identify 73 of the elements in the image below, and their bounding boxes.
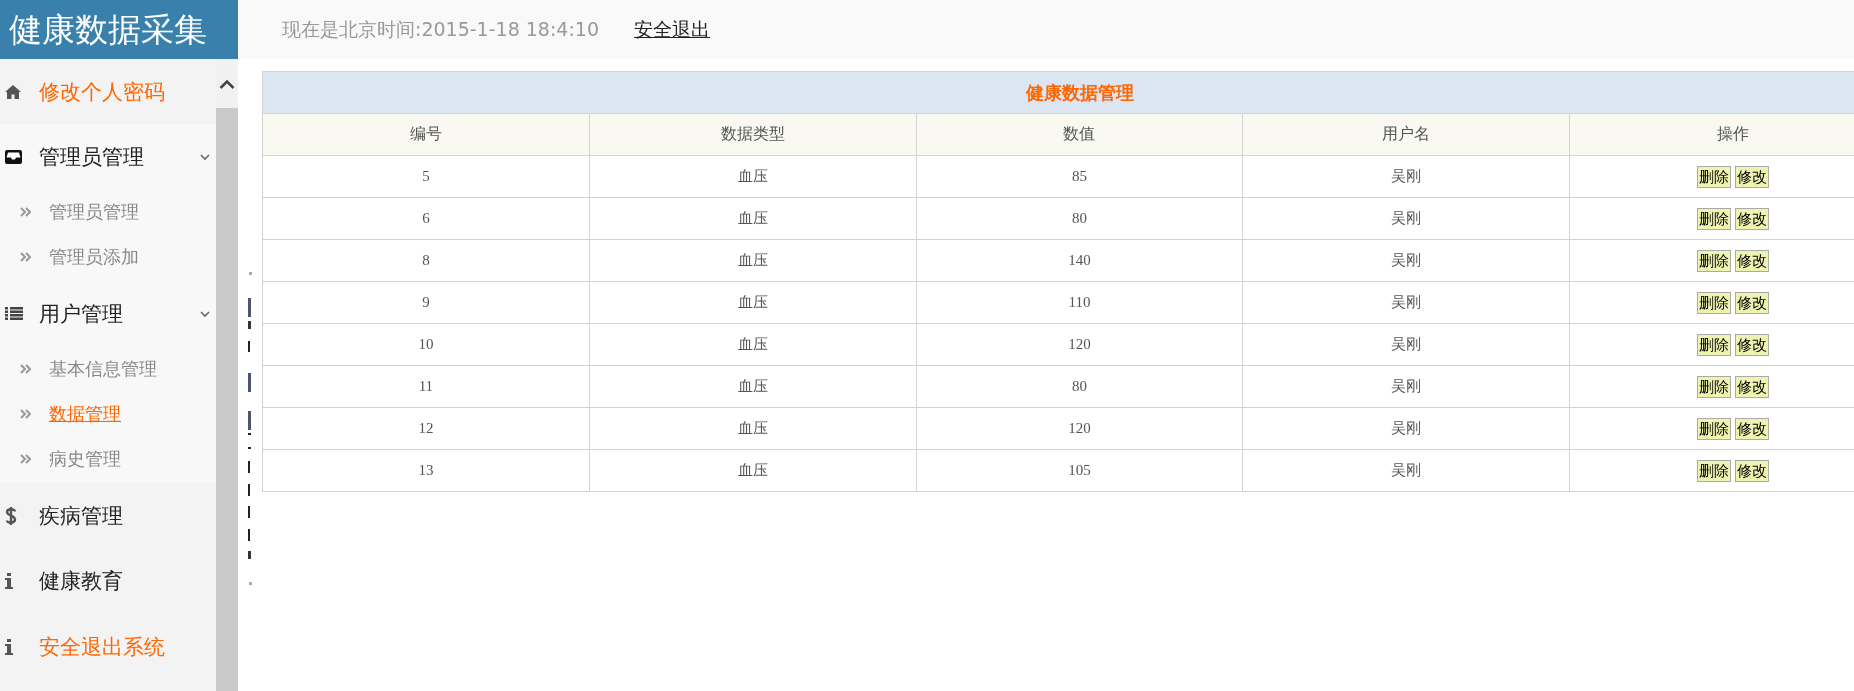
clock-text: 现在是北京时间:2015-1-18 18:4:10 [282, 16, 600, 42]
edit-button[interactable]: 修改 [1735, 417, 1770, 440]
edit-button[interactable]: 修改 [1735, 249, 1770, 272]
table-cell: 140 [916, 239, 1243, 282]
double-chevron-icon [20, 363, 31, 374]
table-cell: 80 [916, 197, 1243, 240]
info-icon [5, 639, 13, 655]
table-cell: 血压 [589, 449, 917, 492]
column-header: 编号 [262, 113, 590, 156]
table-cell: 吴刚 [1242, 197, 1570, 240]
table-cell: 10 [262, 323, 590, 366]
table-cell: 120 [916, 407, 1243, 450]
table-cell: 120 [916, 323, 1243, 366]
table-cell: 110 [916, 281, 1243, 324]
edit-button[interactable]: 修改 [1735, 375, 1770, 398]
delete-button[interactable]: 删除 [1697, 291, 1732, 314]
menu-item[interactable]: 疾病管理 [0, 483, 216, 548]
double-chevron-icon [20, 408, 31, 419]
table-title: 健康数据管理 [262, 71, 1854, 114]
app-logo: 健康数据采集 [0, 0, 238, 59]
menu-item[interactable]: 管理员管理 [0, 124, 216, 189]
table-cell: 6 [262, 197, 590, 240]
double-chevron-icon [20, 251, 31, 262]
table-cell: 80 [916, 365, 1243, 408]
edit-button[interactable]: 修改 [1735, 207, 1770, 230]
table-cell: 血压 [589, 407, 917, 450]
table-cell: 吴刚 [1242, 239, 1570, 282]
column-header: 用户名 [1242, 113, 1570, 156]
table-cell: 105 [916, 449, 1243, 492]
column-header: 数值 [916, 113, 1243, 156]
delete-button[interactable]: 删除 [1697, 207, 1732, 230]
table-cell: 吴刚 [1242, 155, 1570, 198]
table-cell: 11 [262, 365, 590, 408]
menu-item[interactable]: 用户管理 [0, 281, 216, 346]
double-chevron-icon [20, 206, 31, 217]
column-header: 操作 [1569, 113, 1854, 156]
edit-button[interactable]: 修改 [1735, 291, 1770, 314]
table-cell: 血压 [589, 365, 917, 408]
table-cell: 血压 [589, 281, 917, 324]
delete-button[interactable]: 删除 [1697, 249, 1732, 272]
table-cell: 血压 [589, 155, 917, 198]
table-cell: 吴刚 [1242, 449, 1570, 492]
table-cell: 吴刚 [1242, 281, 1570, 324]
table-cell: 血压 [589, 239, 917, 282]
table-cell: 血压 [589, 323, 917, 366]
edit-button[interactable]: 修改 [1735, 459, 1770, 482]
table-cell: 12 [262, 407, 590, 450]
table-cell: 9 [262, 281, 590, 324]
dollar-icon [5, 505, 17, 526]
table-cell: 13 [262, 449, 590, 492]
inbox-icon [5, 149, 22, 164]
edit-button[interactable]: 修改 [1735, 165, 1770, 188]
table-cell: 吴刚 [1242, 323, 1570, 366]
table-cell: 血压 [589, 197, 917, 240]
column-header: 数据类型 [589, 113, 917, 156]
edit-button[interactable]: 修改 [1735, 333, 1770, 356]
table-cell: 5 [262, 155, 590, 198]
home-icon [5, 84, 21, 99]
chevron-up-icon [219, 78, 235, 89]
menu-item[interactable]: 健康教育 [0, 548, 216, 614]
logout-link[interactable]: 安全退出 [634, 16, 711, 43]
delete-button[interactable]: 删除 [1697, 375, 1732, 398]
table-cell: 85 [916, 155, 1243, 198]
delete-button[interactable]: 删除 [1697, 165, 1732, 188]
table-cell: 吴刚 [1242, 365, 1570, 408]
double-chevron-icon [20, 453, 31, 464]
delete-button[interactable]: 删除 [1697, 459, 1732, 482]
table-cell: 8 [262, 239, 590, 282]
list-icon [5, 307, 23, 320]
table-cell: 吴刚 [1242, 407, 1570, 450]
info-icon [5, 573, 13, 589]
delete-button[interactable]: 删除 [1697, 417, 1732, 440]
delete-button[interactable]: 删除 [1697, 333, 1732, 356]
